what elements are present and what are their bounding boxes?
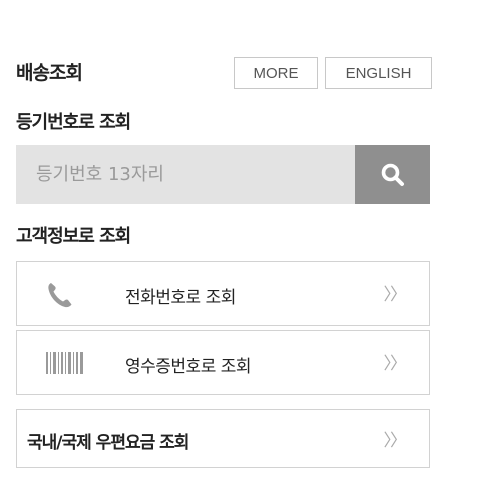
phone-icon: [45, 280, 75, 310]
double-chevron-right-icon: 〉〉: [383, 431, 407, 451]
phone-number-lookup-row[interactable]: 전화번호로 조회 〉〉: [16, 261, 430, 326]
barcode-icon: [45, 352, 85, 374]
search-icon: [380, 162, 406, 188]
search-button[interactable]: [355, 145, 430, 204]
more-button[interactable]: MORE: [234, 57, 318, 89]
registered-number-input[interactable]: [16, 145, 355, 204]
section-title-delivery-tracking: 배송조회: [16, 62, 83, 84]
receipt-number-lookup-label: 영수증번호로 조회: [125, 357, 252, 377]
customer-info-lookup-title: 고객정보로 조회: [16, 226, 131, 247]
double-chevron-right-icon: 〉〉: [383, 285, 407, 305]
phone-number-lookup-label: 전화번호로 조회: [125, 288, 236, 308]
english-button[interactable]: ENGLISH: [325, 57, 432, 89]
receipt-number-lookup-row[interactable]: 영수증번호로 조회 〉〉: [16, 330, 430, 395]
postage-fee-lookup-row[interactable]: 국내/국제 우편요금 조회 〉〉: [16, 409, 430, 468]
double-chevron-right-icon: 〉〉: [383, 354, 407, 374]
postage-fee-lookup-label: 국내/국제 우편요금 조회: [27, 433, 189, 453]
registered-number-lookup-title: 등기번호로 조회: [16, 112, 131, 133]
